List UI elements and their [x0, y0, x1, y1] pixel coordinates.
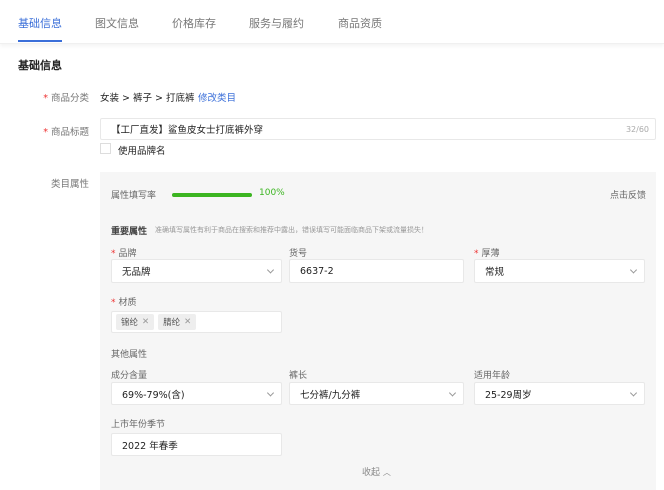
attrs-label: 类目属性	[50, 179, 89, 190]
brand-checkbox-label: 使用品牌名	[118, 146, 166, 157]
season-label: 上市年份季节	[111, 420, 166, 430]
material-multiselect[interactable]: 锦纶 ✕ 腈纶 ✕	[111, 311, 282, 333]
title-input[interactable]: 【工厂直发】鲨鱼皮女士打底裤外穿 32/60	[100, 118, 656, 140]
material-label: * 材质	[111, 298, 137, 308]
item-no-input[interactable]: 6637-2	[289, 259, 464, 283]
fill-rate-bar	[172, 193, 252, 197]
thickness-select[interactable]: 常规	[474, 259, 645, 283]
tab-bar: 基础信息 图文信息 价格库存 服务与履约 商品资质	[0, 0, 664, 44]
composition-select[interactable]: 69%-79%(含)	[111, 382, 282, 405]
age-select[interactable]: 25-29周岁	[474, 382, 645, 405]
age-label: 适用年龄	[474, 371, 511, 381]
attributes-panel: 属性填写率 100% 点击反馈 重要属性 准确填写属性有利于商品在搜索和推荐中露…	[100, 172, 656, 490]
important-attrs-hint: 准确填写属性有利于商品在搜索和推荐中露出，错误填写可能面临商品下架或流量损失！	[155, 226, 428, 234]
item-no-label: 货号	[289, 249, 308, 259]
category-path: 女装 > 裤子 > 打底裤	[100, 93, 195, 104]
tab-service[interactable]: 服务与履约	[249, 15, 304, 31]
brand-label: * 品牌	[111, 249, 137, 259]
tab-qualification[interactable]: 商品资质	[338, 15, 382, 31]
tab-image-text[interactable]: 图文信息	[95, 15, 139, 31]
title-counter: 32/60	[625, 124, 649, 134]
season-input[interactable]: 2022 年春季	[111, 433, 282, 456]
thickness-label: * 厚薄	[474, 249, 500, 259]
category-label: * 商品分类	[43, 93, 89, 104]
pants-length-select[interactable]: 七分裤/九分裤	[289, 382, 464, 405]
material-tag: 腈纶 ✕	[158, 314, 197, 330]
composition-label: 成分含量	[111, 371, 148, 381]
brand-select[interactable]: 无品牌	[111, 259, 282, 283]
fill-rate-value: 100%	[259, 188, 285, 198]
pants-length-label: 裤长	[289, 371, 308, 381]
chevron-up-icon: ︿	[382, 468, 391, 477]
remove-tag-icon[interactable]: ✕	[142, 317, 149, 327]
tab-price-stock[interactable]: 价格库存	[172, 15, 216, 31]
active-tab-indicator	[18, 40, 62, 42]
title-label: * 商品标题	[43, 127, 89, 138]
section-title: 基础信息	[18, 59, 62, 72]
chevron-down-icon	[448, 388, 457, 397]
collapse-button[interactable]: 收起 ︿	[362, 465, 391, 478]
edit-category-link[interactable]: 修改类目	[198, 90, 236, 104]
chevron-down-icon	[629, 388, 638, 397]
chevron-down-icon	[629, 266, 638, 274]
title-value: 【工厂直发】鲨鱼皮女士打底裤外穿	[111, 125, 264, 136]
fill-rate-label: 属性填写率	[111, 191, 157, 201]
other-attrs-title: 其他属性	[111, 350, 148, 360]
tab-basic-info[interactable]: 基础信息	[18, 15, 62, 31]
feedback-link[interactable]: 点击反馈	[610, 188, 646, 201]
chevron-down-icon	[266, 266, 275, 274]
remove-tag-icon[interactable]: ✕	[184, 317, 191, 327]
material-tag: 锦纶 ✕	[116, 314, 155, 330]
brand-checkbox[interactable]	[100, 143, 111, 154]
important-attrs-title: 重要属性	[111, 227, 148, 237]
chevron-down-icon	[266, 388, 275, 397]
